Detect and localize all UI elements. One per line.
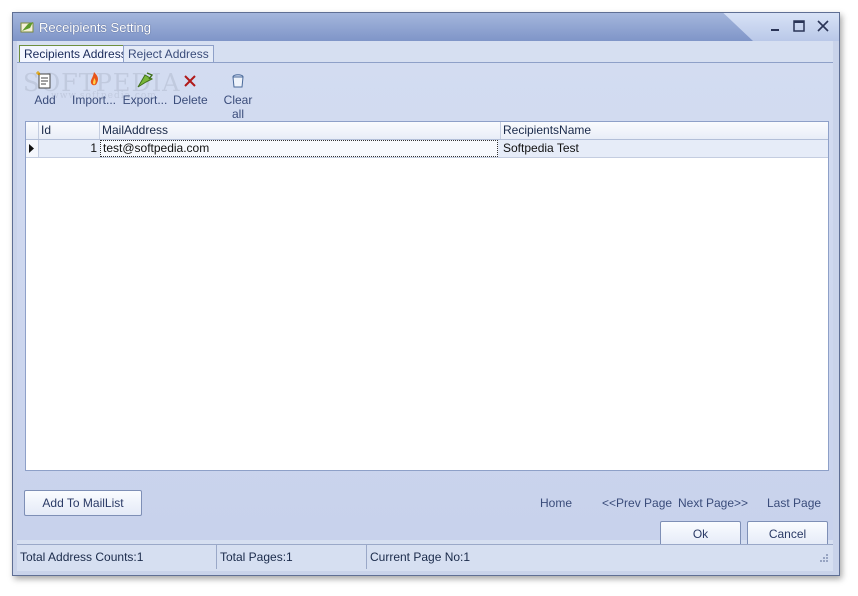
export-icon	[137, 72, 154, 88]
import-label: Import...	[71, 93, 116, 107]
cell-mailaddress[interactable]: test@softpedia.com	[100, 140, 498, 157]
cell-id[interactable]: 1	[40, 140, 99, 157]
column-header-id[interactable]: Id	[38, 122, 99, 139]
tab-reject-address[interactable]: Reject Address	[123, 45, 214, 62]
last-page-link[interactable]: Last Page	[767, 496, 821, 510]
recipients-setting-window: Receipients Setting Recipients Address R…	[12, 12, 840, 576]
window-title: Receipients Setting	[39, 20, 152, 35]
import-icon	[90, 72, 98, 86]
resize-grip-icon[interactable]	[819, 553, 829, 563]
export-label: Export...	[122, 93, 168, 107]
current-row-arrow-icon	[29, 144, 34, 153]
new-document-icon	[36, 71, 51, 89]
grid-header: Id MailAddress RecipientsName	[26, 122, 828, 140]
table-row[interactable]: 1 test@softpedia.com Softpedia Test	[26, 140, 828, 158]
tab-recipients-address[interactable]: Recipients Address	[19, 45, 132, 62]
export-button[interactable]: Export...	[121, 69, 169, 107]
recipients-grid[interactable]: Id MailAddress RecipientsName 1 test@sof…	[25, 121, 829, 471]
cell-recipientsname[interactable]: Softpedia Test	[501, 140, 826, 157]
add-to-maillist-button[interactable]: Add To MailList	[24, 490, 142, 516]
clear-all-button[interactable]: Clear all	[217, 69, 259, 121]
row-selector[interactable]	[26, 140, 39, 157]
import-button[interactable]: Import...	[69, 69, 119, 107]
status-bar: Total Address Counts:1 Total Pages:1 Cur…	[17, 544, 833, 569]
clear-all-label: Clear all	[223, 93, 253, 121]
prev-page-link[interactable]: <<Prev Page	[602, 496, 672, 510]
client-area: Recipients Address Reject Address SOFTPE…	[17, 41, 833, 571]
status-total-pages: Total Pages:1	[217, 545, 367, 569]
minimize-icon[interactable]	[765, 19, 785, 35]
column-header-mailaddress[interactable]: MailAddress	[99, 122, 499, 139]
delete-x-icon	[184, 75, 196, 87]
status-current-page: Current Page No:1	[370, 550, 471, 564]
delete-button[interactable]: Delete	[173, 69, 208, 107]
add-label: Add	[34, 93, 56, 107]
status-total-address: Total Address Counts:1	[17, 545, 217, 569]
app-icon	[20, 22, 34, 33]
column-header-recipientsname[interactable]: RecipientsName	[500, 122, 829, 139]
row-header-corner	[26, 122, 38, 139]
title-bar[interactable]: Receipients Setting	[13, 13, 839, 41]
add-button[interactable]: Add	[27, 69, 63, 107]
maximize-icon[interactable]	[789, 19, 809, 35]
close-icon[interactable]	[813, 19, 833, 35]
recipients-tab-panel: SOFTPEDIA www.softpedia.com Add Import..…	[17, 62, 833, 547]
clear-bucket-icon	[232, 74, 244, 88]
home-link[interactable]: Home	[540, 496, 572, 510]
delete-label: Delete	[173, 93, 208, 107]
next-page-link[interactable]: Next Page>>	[678, 496, 748, 510]
